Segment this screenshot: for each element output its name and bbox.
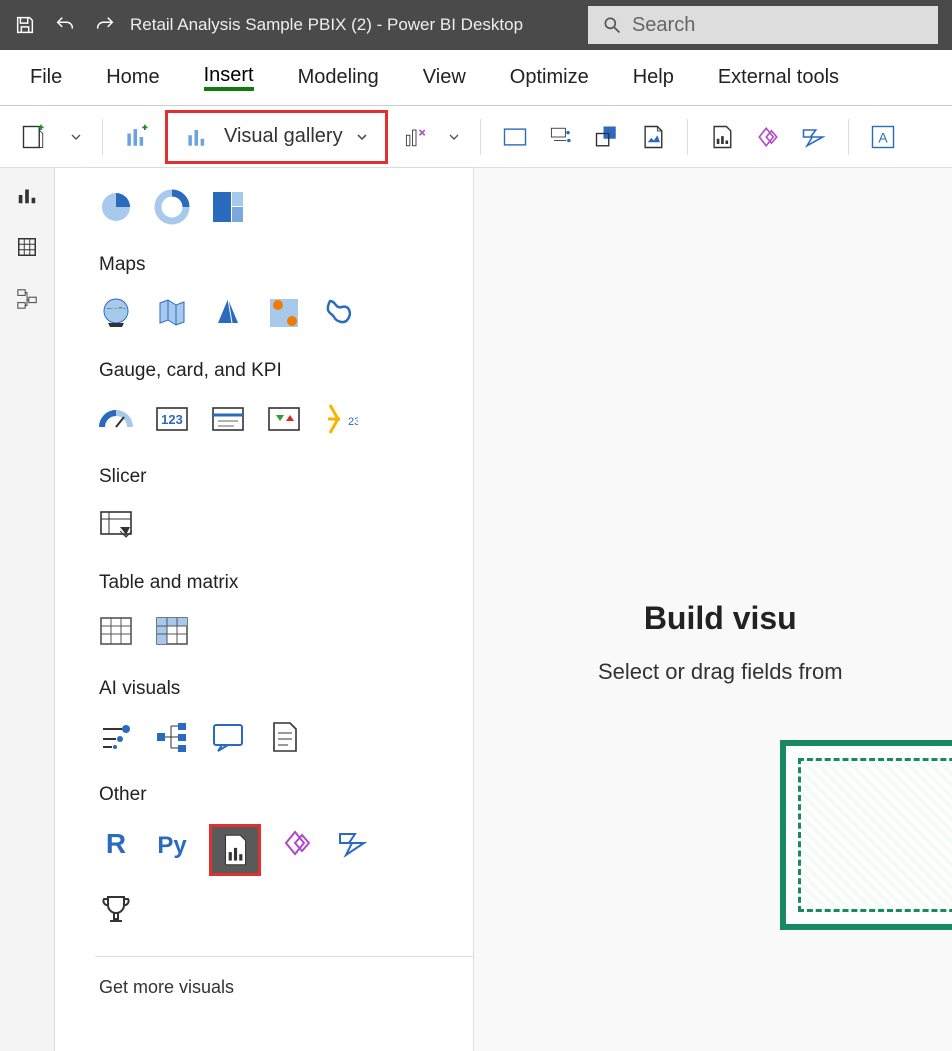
menu-optimize[interactable]: Optimize: [510, 66, 589, 89]
search-input[interactable]: [632, 14, 924, 37]
menu-help[interactable]: Help: [633, 66, 674, 89]
more-visuals-button[interactable]: [398, 119, 434, 155]
save-icon[interactable]: [14, 14, 36, 36]
svg-text:R: R: [106, 828, 126, 859]
menu-home[interactable]: Home: [106, 66, 159, 89]
python-script-icon[interactable]: Py: [153, 824, 191, 862]
donut-chart-icon[interactable]: [153, 188, 191, 226]
r-script-icon[interactable]: R: [97, 824, 135, 862]
new-visual-button[interactable]: [119, 119, 155, 155]
filled-map-icon[interactable]: [153, 294, 191, 332]
azure-map-icon[interactable]: [265, 294, 303, 332]
multi-row-card-icon[interactable]: [209, 400, 247, 438]
menu-external-tools[interactable]: External tools: [718, 66, 839, 89]
report-canvas: Build visu Select or drag fields from: [474, 168, 952, 1051]
gauge-icon[interactable]: [97, 400, 135, 438]
search-icon: [602, 14, 622, 36]
matrix-icon[interactable]: [153, 612, 191, 650]
chevron-down-icon: [355, 130, 369, 144]
report-view-icon[interactable]: [16, 184, 38, 206]
svg-text:23: 23: [348, 416, 358, 428]
menu-modeling[interactable]: Modeling: [298, 66, 379, 89]
visual-gallery-button[interactable]: Visual gallery: [165, 110, 388, 164]
titlebar-quick-access: [14, 14, 116, 36]
visual-placeholder-inner: [798, 758, 952, 912]
model-view-icon[interactable]: [16, 288, 38, 310]
qa-icon[interactable]: [209, 718, 247, 756]
svg-text:123: 123: [161, 412, 183, 427]
slicer-section-label: Slicer: [99, 466, 473, 488]
visual-placeholder[interactable]: [780, 740, 952, 930]
table-icon[interactable]: [97, 612, 135, 650]
slicer-icon[interactable]: [97, 506, 135, 544]
shape-map-icon[interactable]: [321, 294, 359, 332]
other-section-label: Other: [99, 784, 473, 806]
map-globe-icon[interactable]: [97, 294, 135, 332]
build-visuals-subtitle: Select or drag fields from: [598, 659, 843, 685]
visual-gallery-label: Visual gallery: [224, 125, 343, 148]
ribbon-insert: Visual gallery A: [0, 106, 952, 168]
menubar: File Home Insert Modeling View Optimize …: [0, 50, 952, 106]
new-page-dropdown[interactable]: [66, 127, 86, 147]
table-section-label: Table and matrix: [99, 572, 473, 594]
paginated-report-highlighted[interactable]: [209, 824, 261, 876]
titlebar: Retail Analysis Sample PBIX (2) - Power …: [0, 0, 952, 50]
window-title: Retail Analysis Sample PBIX (2) - Power …: [130, 15, 523, 35]
menu-view[interactable]: View: [423, 66, 466, 89]
arcgis-icon[interactable]: [209, 294, 247, 332]
left-rail: [0, 168, 55, 1051]
build-visuals-title: Build visu: [598, 600, 843, 637]
shapes-button[interactable]: [589, 119, 625, 155]
svg-text:A: A: [878, 129, 888, 145]
menu-file[interactable]: File: [30, 66, 62, 89]
powerautomate-button[interactable]: [796, 119, 832, 155]
global-search[interactable]: [588, 6, 938, 44]
menu-insert[interactable]: Insert: [204, 64, 254, 91]
buttons-button[interactable]: [543, 119, 579, 155]
maps-section-label: Maps: [99, 254, 473, 276]
key-influencers-icon[interactable]: [97, 718, 135, 756]
image-button[interactable]: [635, 119, 671, 155]
sparkline-button[interactable]: A: [865, 119, 901, 155]
undo-icon[interactable]: [54, 14, 76, 36]
trophy-icon[interactable]: [97, 890, 135, 928]
kpi-icon[interactable]: [265, 400, 303, 438]
powerapps-icon[interactable]: [279, 824, 317, 862]
smart-narrative-icon[interactable]: [265, 718, 303, 756]
data-view-icon[interactable]: [16, 236, 38, 258]
kpi-number-icon[interactable]: 23: [321, 400, 359, 438]
powerapps-button[interactable]: [750, 119, 786, 155]
text-box-button[interactable]: [497, 119, 533, 155]
more-visuals-dropdown[interactable]: [444, 127, 464, 147]
ai-section-label: AI visuals: [99, 678, 473, 700]
pie-chart-icon[interactable]: [97, 188, 135, 226]
gauge-section-label: Gauge, card, and KPI: [99, 360, 473, 382]
new-page-button[interactable]: [16, 119, 52, 155]
paginated-report-button[interactable]: [704, 119, 740, 155]
redo-icon[interactable]: [94, 14, 116, 36]
svg-text:Py: Py: [157, 832, 187, 859]
card-icon[interactable]: 123: [153, 400, 191, 438]
visual-gallery-dropdown: Maps Gauge, card, and KPI 123 23 Slicer: [79, 168, 474, 1051]
treemap-icon[interactable]: [209, 188, 247, 226]
decomposition-tree-icon[interactable]: [153, 718, 191, 756]
get-more-visuals-link[interactable]: Get more visuals: [95, 977, 473, 998]
column-chart-icon: [184, 123, 212, 151]
powerautomate-icon[interactable]: [335, 824, 373, 862]
